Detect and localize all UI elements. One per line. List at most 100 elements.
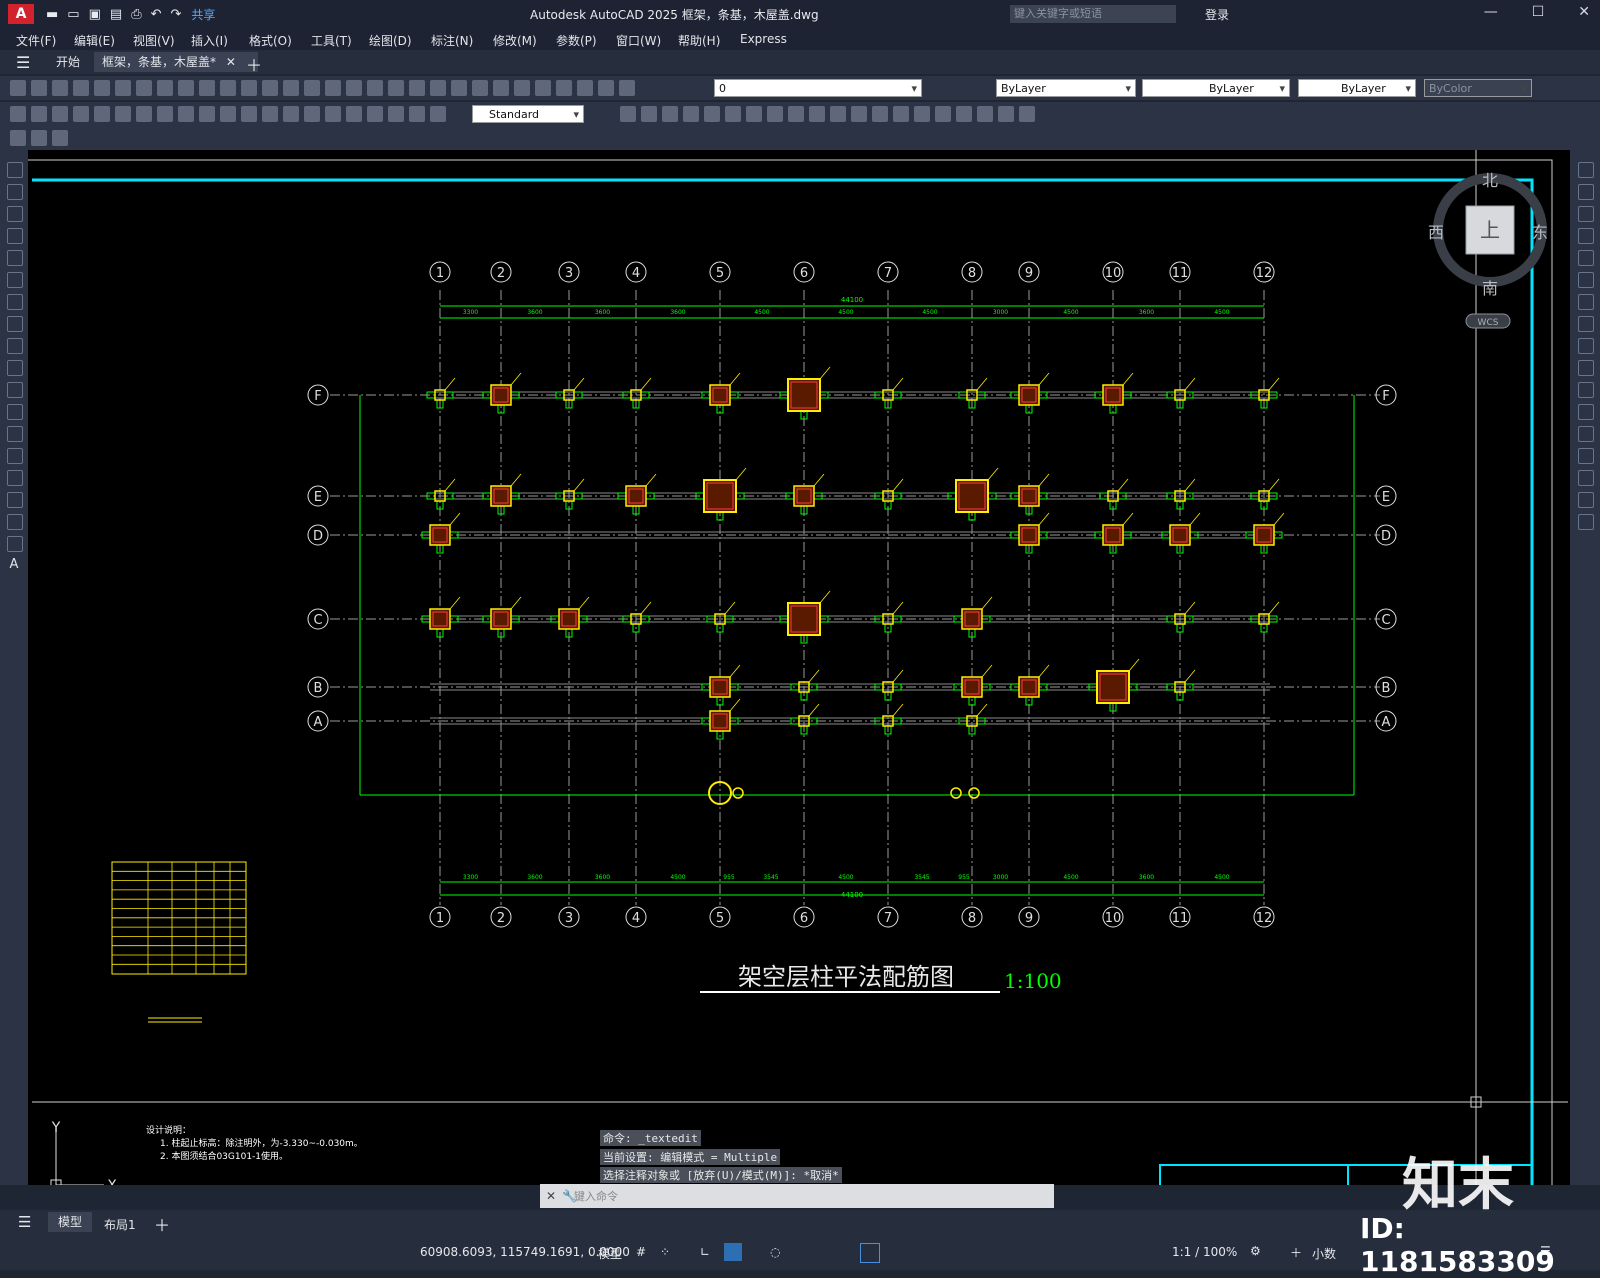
- tool-icon[interactable]: [325, 80, 341, 96]
- text-style-dropdown[interactable]: Standard: [472, 105, 584, 124]
- grid-icon[interactable]: #: [636, 1245, 646, 1259]
- tool-icon[interactable]: [430, 106, 446, 122]
- menu-file[interactable]: 文件(F): [16, 32, 56, 49]
- tool-icon[interactable]: [577, 80, 593, 96]
- tool-icon[interactable]: [10, 130, 26, 146]
- insert-block-icon[interactable]: [7, 404, 23, 420]
- tool-icon[interactable]: [136, 106, 152, 122]
- tool-icon[interactable]: [73, 80, 89, 96]
- command-line[interactable]: ✕ 🔧 键入命令: [540, 1184, 1054, 1208]
- tool-icon[interactable]: [977, 106, 993, 122]
- isodraft-icon[interactable]: ◌: [770, 1245, 780, 1259]
- tool-icon[interactable]: [241, 80, 257, 96]
- polyline-tool-icon[interactable]: [7, 206, 23, 222]
- close-icon[interactable]: ✕: [1578, 4, 1590, 20]
- menu-express[interactable]: Express: [740, 32, 787, 46]
- stretch-tool-icon[interactable]: [1578, 338, 1594, 354]
- region-tool-icon[interactable]: [7, 514, 23, 530]
- make-block-icon[interactable]: [7, 426, 23, 442]
- erase-tool-icon[interactable]: [1578, 162, 1594, 178]
- circle-tool-icon[interactable]: [7, 294, 23, 310]
- break-tool-icon[interactable]: [1578, 404, 1594, 420]
- tool-icon[interactable]: [115, 106, 131, 122]
- scale-tool-icon[interactable]: [1578, 316, 1594, 332]
- tool-icon[interactable]: [430, 80, 446, 96]
- tool-icon[interactable]: [199, 80, 215, 96]
- layout-menu-icon[interactable]: ☰: [18, 1213, 31, 1231]
- tool-icon[interactable]: [893, 106, 909, 122]
- menu-modify[interactable]: 修改(M): [493, 32, 537, 49]
- gradient-tool-icon[interactable]: [7, 492, 23, 508]
- command-close-icon[interactable]: ✕: [546, 1189, 556, 1203]
- tool-icon[interactable]: [472, 80, 488, 96]
- add-layout-icon[interactable]: ＋: [154, 1212, 170, 1236]
- tool-icon[interactable]: [620, 106, 636, 122]
- move-tool-icon[interactable]: [1578, 272, 1594, 288]
- annotation-scale[interactable]: 1:1 / 100%: [1172, 1245, 1237, 1259]
- tool-icon[interactable]: [346, 106, 362, 122]
- tool-icon[interactable]: [830, 106, 846, 122]
- tool-icon[interactable]: [956, 106, 972, 122]
- text-tool-icon[interactable]: A: [7, 558, 21, 572]
- maximize-icon[interactable]: ☐: [1532, 4, 1545, 20]
- tool-icon[interactable]: [52, 106, 68, 122]
- tool-icon[interactable]: [157, 80, 173, 96]
- drawing-canvas[interactable]: 1 1 2 2 3 3 4 4 5 5 6 6 7 7 8 8 9 9 10 10 11 11 12 12 F F E E D D C C B B…: [28, 150, 1570, 1185]
- tool-icon[interactable]: [683, 106, 699, 122]
- join-tool-icon[interactable]: [1578, 426, 1594, 442]
- layer-dropdown[interactable]: 0: [714, 79, 922, 98]
- login-button[interactable]: 登录: [1205, 6, 1229, 23]
- ellipse-arc-tool-icon[interactable]: [7, 382, 23, 398]
- tool-icon[interactable]: [725, 106, 741, 122]
- tool-icon[interactable]: [31, 80, 47, 96]
- tool-icon[interactable]: [262, 106, 278, 122]
- search-input[interactable]: 键入关键字或短语: [1010, 5, 1176, 23]
- tool-icon[interactable]: [367, 80, 383, 96]
- hamburger-icon[interactable]: ☰: [16, 53, 30, 72]
- tool-icon[interactable]: [556, 80, 572, 96]
- blend-tool-icon[interactable]: [1578, 492, 1594, 508]
- tab-document[interactable]: 框架，条基，木屋盖* ✕: [94, 52, 258, 72]
- redo-icon[interactable]: ↷: [171, 7, 182, 22]
- tool-icon[interactable]: [178, 80, 194, 96]
- menu-insert[interactable]: 插入(I): [191, 32, 228, 49]
- tab-model[interactable]: 模型: [48, 1212, 93, 1232]
- tool-icon[interactable]: [619, 80, 635, 96]
- color-dropdown[interactable]: ByLayer: [996, 79, 1136, 98]
- model-space-button[interactable]: 模型: [598, 1245, 622, 1262]
- polar-tracking-icon[interactable]: [724, 1243, 742, 1261]
- tool-icon[interactable]: [388, 106, 404, 122]
- tool-icon[interactable]: [346, 80, 362, 96]
- extend-tool-icon[interactable]: [1578, 382, 1594, 398]
- snap-icon[interactable]: ⁘: [660, 1245, 670, 1259]
- xline-tool-icon[interactable]: [7, 184, 23, 200]
- undo-icon[interactable]: ↶: [151, 7, 162, 22]
- table-tool-icon[interactable]: [7, 536, 23, 552]
- array-tool-icon[interactable]: [1578, 250, 1594, 266]
- menu-view[interactable]: 视图(V): [133, 32, 175, 49]
- tool-icon[interactable]: [31, 130, 47, 146]
- tab-layout1[interactable]: 布局1: [104, 1216, 136, 1233]
- rectangle-tool-icon[interactable]: [7, 250, 23, 266]
- tool-icon[interactable]: [52, 80, 68, 96]
- tool-icon[interactable]: [136, 80, 152, 96]
- tool-icon[interactable]: [94, 106, 110, 122]
- revcloud-tool-icon[interactable]: [7, 316, 23, 332]
- save-icon[interactable]: ▣: [89, 7, 101, 22]
- tool-icon[interactable]: [914, 106, 930, 122]
- tool-icon[interactable]: [388, 80, 404, 96]
- tool-icon[interactable]: [935, 106, 951, 122]
- tool-icon[interactable]: [1019, 106, 1035, 122]
- tool-icon[interactable]: [535, 80, 551, 96]
- tool-icon[interactable]: [10, 106, 26, 122]
- tool-icon[interactable]: [283, 80, 299, 96]
- tool-icon[interactable]: [178, 106, 194, 122]
- plotstyle-dropdown[interactable]: ByColor: [1424, 79, 1532, 98]
- tool-icon[interactable]: [493, 80, 509, 96]
- ortho-icon[interactable]: ∟: [700, 1245, 710, 1259]
- trim-tool-icon[interactable]: [1578, 360, 1594, 376]
- menu-format[interactable]: 格式(O): [249, 32, 292, 49]
- minimize-icon[interactable]: —: [1484, 4, 1498, 20]
- tool-icon[interactable]: [283, 106, 299, 122]
- new-file-icon[interactable]: ▬: [46, 7, 58, 22]
